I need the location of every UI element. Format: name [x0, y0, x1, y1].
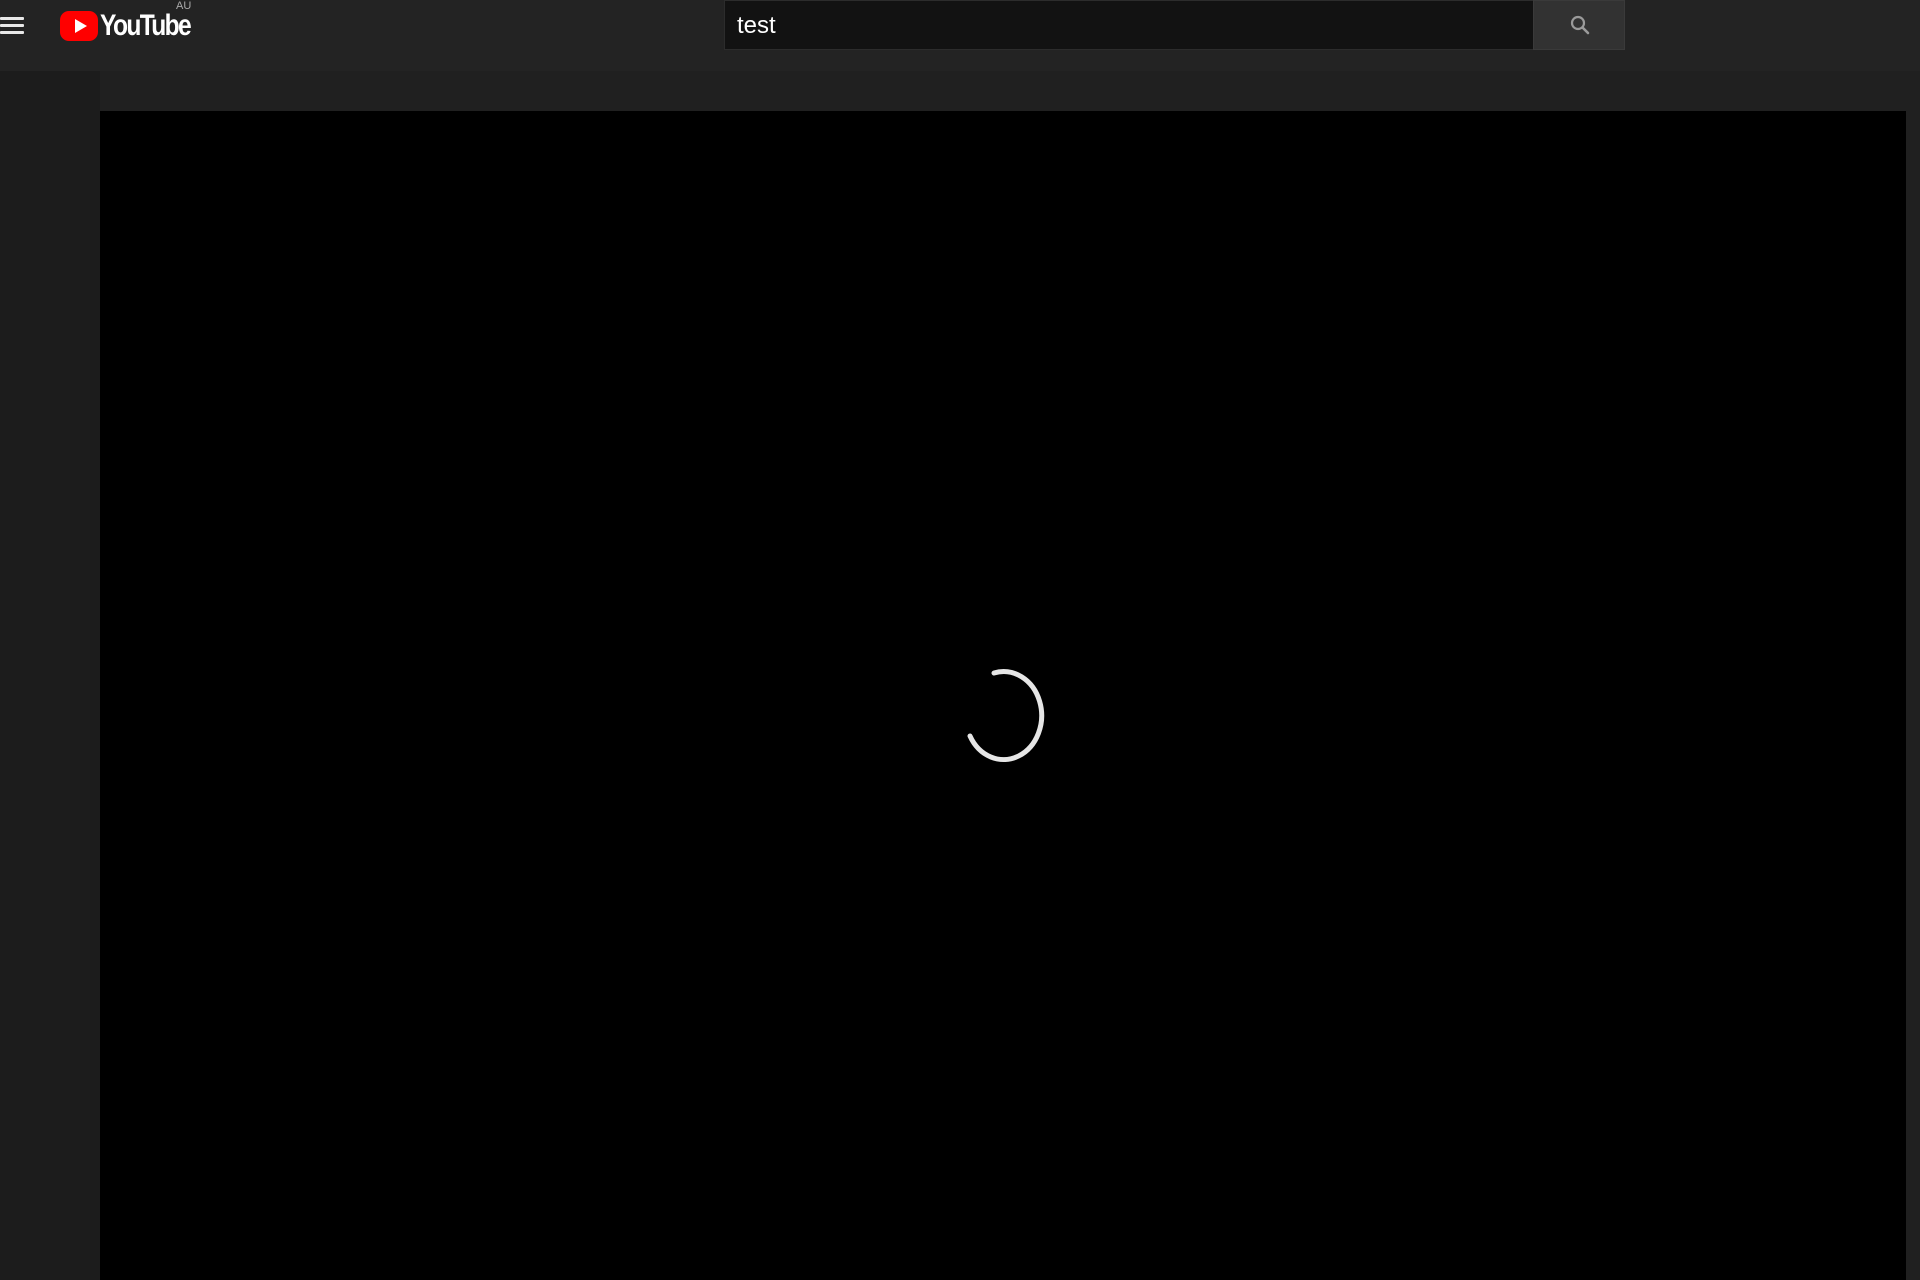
right-edge-strip: [1906, 71, 1920, 1280]
search-box: [724, 0, 1534, 50]
country-code: AU: [176, 0, 192, 12]
youtube-page: YouTube AU: [0, 0, 1920, 1280]
search-input[interactable]: [737, 9, 1517, 43]
logo-text: YouTube: [100, 9, 192, 42]
masthead-shadow: [0, 71, 1920, 111]
loading-spinner-icon: [967, 669, 1045, 763]
search-button[interactable]: [1533, 0, 1625, 50]
hamburger-menu-icon[interactable]: [0, 15, 26, 37]
search-icon: [1570, 15, 1590, 35]
youtube-logo[interactable]: YouTube: [60, 9, 210, 43]
left-sidebar: [0, 71, 100, 1280]
masthead: YouTube AU: [0, 0, 1920, 71]
youtube-play-icon: [60, 11, 98, 41]
